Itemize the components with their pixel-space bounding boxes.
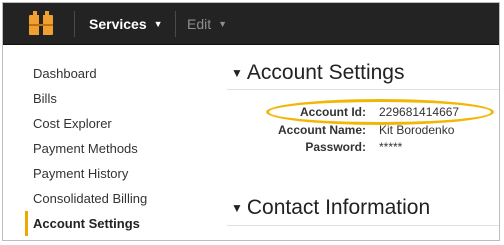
password-value: *****	[379, 140, 403, 154]
collapse-triangle-icon: ▼	[231, 201, 243, 215]
field-label: Password:	[305, 140, 366, 154]
section-divider	[227, 89, 499, 90]
collapse-triangle-icon: ▼	[231, 66, 243, 80]
edit-label: Edit	[187, 16, 212, 32]
field-label: Account Name:	[277, 123, 366, 137]
sidebar-item-cost-explorer[interactable]: Cost Explorer	[25, 111, 205, 136]
sidebar-item-bills[interactable]: Bills	[25, 86, 205, 111]
topbar-divider	[74, 11, 75, 37]
services-menu[interactable]: Services ▼	[89, 16, 163, 32]
edit-menu[interactable]: Edit ▼	[187, 16, 227, 32]
password-row: Password: *****	[243, 140, 499, 158]
account-name-value: Kit Borodenko	[379, 123, 455, 137]
sidebar-item-consolidated-billing[interactable]: Consolidated Billing	[25, 186, 205, 211]
highlight-annotation	[266, 99, 494, 125]
console-window: Services ▼ Edit ▼ Dashboard Bills Cost E…	[2, 2, 500, 241]
section-title: Contact Information	[246, 196, 431, 219]
services-label: Services	[89, 16, 147, 32]
aws-cube-logo-icon[interactable]	[28, 11, 54, 37]
topbar-divider	[175, 11, 176, 37]
chevron-down-icon: ▼	[153, 18, 163, 29]
top-navigation-bar: Services ▼ Edit ▼	[3, 3, 499, 45]
sidebar-item-account-settings[interactable]: Account Settings	[25, 211, 205, 236]
contact-information-header[interactable]: ▼ Contact Information	[231, 196, 430, 220]
account-settings-header[interactable]: ▼ Account Settings	[231, 61, 404, 85]
sidebar-item-dashboard[interactable]: Dashboard	[25, 61, 205, 86]
sidebar-item-payment-history[interactable]: Payment History	[25, 161, 205, 186]
section-title: Account Settings	[246, 61, 405, 84]
account-name-row: Account Name: Kit Borodenko	[243, 123, 499, 141]
section-divider	[227, 225, 499, 226]
sidebar-item-payment-methods[interactable]: Payment Methods	[25, 136, 205, 161]
chevron-down-icon: ▼	[218, 18, 228, 29]
sidebar: Dashboard Bills Cost Explorer Payment Me…	[25, 61, 205, 236]
